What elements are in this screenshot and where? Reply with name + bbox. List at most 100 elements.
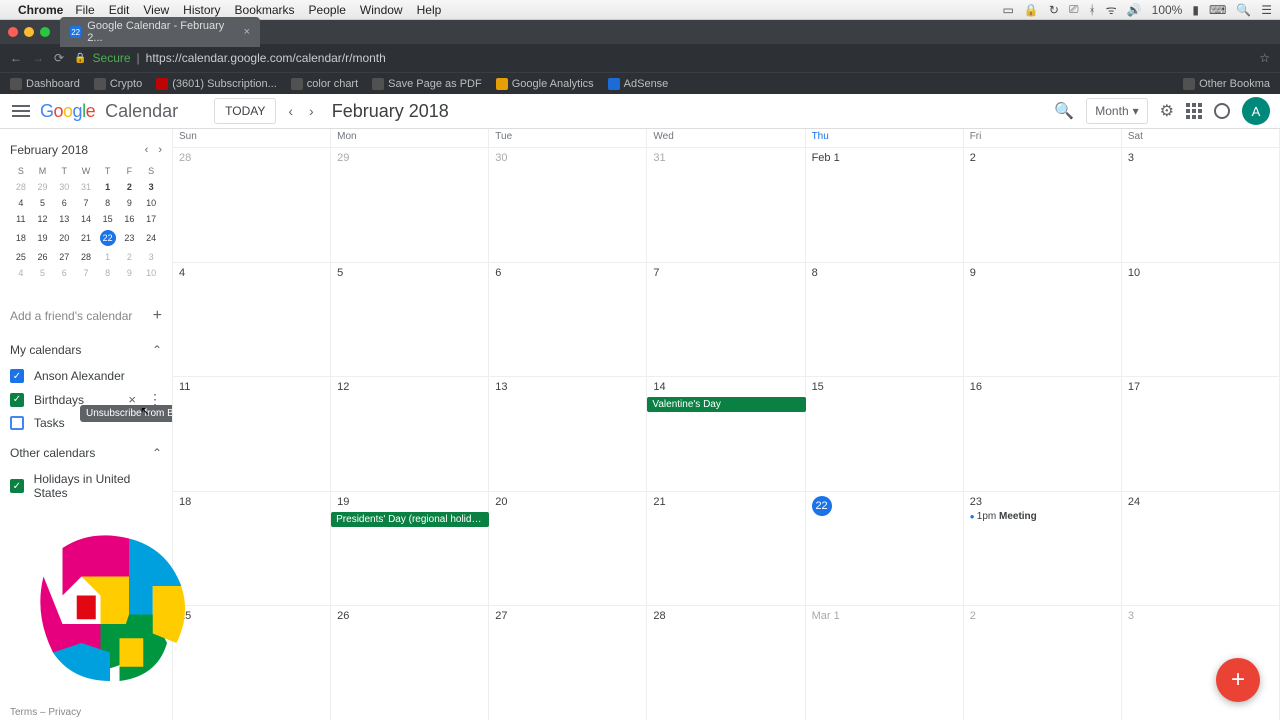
bookmark-adsense[interactable]: AdSense	[608, 78, 669, 90]
day-cell[interactable]: 6	[489, 263, 647, 377]
mini-next-icon[interactable]: ›	[158, 144, 162, 156]
url-field[interactable]: 🔒 Secure | https://calendar.google.com/c…	[74, 51, 1249, 65]
mini-day[interactable]: 11	[10, 211, 32, 227]
mini-day[interactable]: 5	[32, 265, 54, 281]
mini-day[interactable]: 9	[119, 195, 141, 211]
day-cell[interactable]: 26	[331, 606, 489, 720]
mini-day[interactable]: 28	[10, 179, 32, 195]
bookmark-crypto[interactable]: Crypto	[94, 78, 142, 90]
mini-day[interactable]: 1	[97, 179, 119, 195]
mini-day[interactable]: 27	[53, 249, 75, 265]
volume-icon[interactable]: 🔊	[1127, 3, 1142, 17]
day-cell[interactable]: 31	[647, 148, 805, 262]
mini-day[interactable]: 28	[75, 249, 97, 265]
mini-day[interactable]: 23	[119, 227, 141, 249]
create-event-fab[interactable]: +	[1216, 658, 1260, 702]
mini-day[interactable]: 16	[119, 211, 141, 227]
calendar-item[interactable]: Birthdays×⋮Unsubscribe from Birthdays	[10, 387, 162, 412]
day-cell[interactable]: 17	[1122, 377, 1280, 491]
today-button[interactable]: TODAY	[214, 98, 276, 124]
minimize-window-button[interactable]	[24, 27, 34, 37]
day-cell[interactable]: 5	[331, 263, 489, 377]
mini-day[interactable]: 29	[32, 179, 54, 195]
mini-day[interactable]: 22	[97, 227, 119, 249]
mini-day[interactable]: 9	[119, 265, 141, 281]
day-cell[interactable]: 7	[647, 263, 805, 377]
mini-day[interactable]: 18	[10, 227, 32, 249]
event-valentines[interactable]: Valentine's Day	[647, 397, 805, 412]
mini-day[interactable]: 3	[140, 179, 162, 195]
day-cell[interactable]: 2	[964, 148, 1122, 262]
day-cell[interactable]: 3	[1122, 606, 1280, 720]
day-cell[interactable]: 28	[647, 606, 805, 720]
next-month-icon[interactable]: ›	[305, 99, 318, 123]
day-cell[interactable]: 24	[1122, 492, 1280, 606]
menu-icon[interactable]: ☰	[1261, 3, 1272, 17]
mini-prev-icon[interactable]: ‹	[145, 144, 149, 156]
mini-day[interactable]: 8	[97, 195, 119, 211]
mini-day[interactable]: 6	[53, 195, 75, 211]
mini-day[interactable]: 30	[53, 179, 75, 195]
other-bookmarks[interactable]: Other Bookma	[1183, 78, 1270, 90]
browser-tab[interactable]: 22 Google Calendar - February 2... ×	[60, 17, 260, 47]
mini-day[interactable]: 5	[32, 195, 54, 211]
day-cell[interactable]: 12	[331, 377, 489, 491]
day-cell[interactable]: Mar 1	[806, 606, 964, 720]
main-menu-icon[interactable]	[10, 100, 32, 122]
other-calendars-header[interactable]: Other calendars ⌃	[10, 446, 162, 460]
mini-day[interactable]: 17	[140, 211, 162, 227]
mini-day[interactable]: 2	[119, 179, 141, 195]
event-presidents[interactable]: Presidents' Day (regional holiday)	[331, 512, 489, 527]
day-cell[interactable]: 28	[173, 148, 331, 262]
mac-app-name[interactable]: Chrome	[18, 3, 63, 17]
wifi-icon[interactable]: ᯤ	[1106, 1, 1117, 18]
mac-menu-file[interactable]: File	[75, 3, 94, 17]
day-cell[interactable]: 15	[806, 377, 964, 491]
tab-close-icon[interactable]: ×	[244, 26, 250, 38]
mini-day[interactable]: 6	[53, 265, 75, 281]
day-cell[interactable]: 13	[489, 377, 647, 491]
calendar-item[interactable]: Holidays in United States	[10, 468, 162, 504]
day-cell[interactable]: 231pm Meeting	[964, 492, 1122, 606]
bookmark-youtube[interactable]: (3601) Subscription...	[156, 78, 277, 90]
day-cell[interactable]: 22	[806, 492, 964, 606]
help-icon[interactable]	[1214, 103, 1230, 119]
mini-day[interactable]: 25	[10, 249, 32, 265]
reload-icon[interactable]: ⟳	[54, 51, 64, 65]
mac-menu-history[interactable]: History	[183, 3, 220, 17]
day-cell[interactable]: 9	[964, 263, 1122, 377]
footer-links[interactable]: Terms – Privacy	[10, 707, 81, 718]
mac-menu-window[interactable]: Window	[360, 3, 403, 17]
my-calendars-header[interactable]: My calendars ⌃	[10, 343, 162, 357]
day-cell[interactable]: 8	[806, 263, 964, 377]
mac-menu-view[interactable]: View	[143, 3, 169, 17]
day-cell[interactable]: 21	[647, 492, 805, 606]
bluetooth-icon[interactable]: ᚼ	[1089, 3, 1096, 17]
mac-menu-edit[interactable]: Edit	[109, 3, 130, 17]
mini-day[interactable]: 21	[75, 227, 97, 249]
account-avatar[interactable]: A	[1242, 97, 1270, 125]
bookmark-color[interactable]: color chart	[291, 78, 358, 90]
mini-day[interactable]: 1	[97, 249, 119, 265]
battery-icon[interactable]: ▮	[1192, 3, 1199, 17]
apps-grid-icon[interactable]	[1186, 103, 1202, 119]
day-cell[interactable]: 10	[1122, 263, 1280, 377]
day-cell[interactable]: 29	[331, 148, 489, 262]
day-cell[interactable]: 27	[489, 606, 647, 720]
mini-calendar[interactable]: SMTWTFS282930311234567891011121314151617…	[10, 163, 162, 281]
mini-day[interactable]: 8	[97, 265, 119, 281]
day-cell[interactable]: 11	[173, 377, 331, 491]
add-friend-label[interactable]: Add a friend's calendar	[10, 309, 132, 323]
calendar-checkbox[interactable]	[10, 479, 24, 493]
sync-icon[interactable]: ↻	[1049, 3, 1059, 17]
settings-gear-icon[interactable]: ⚙	[1160, 101, 1174, 121]
mini-day[interactable]: 20	[53, 227, 75, 249]
mac-menu-bookmarks[interactable]: Bookmarks	[235, 3, 295, 17]
display-icon[interactable]: ▭	[1003, 3, 1014, 17]
bookmark-analytics[interactable]: Google Analytics	[496, 78, 594, 90]
prev-month-icon[interactable]: ‹	[284, 99, 297, 123]
bookmark-star-icon[interactable]: ☆	[1259, 51, 1270, 65]
day-cell[interactable]: 30	[489, 148, 647, 262]
mini-day[interactable]: 2	[119, 249, 141, 265]
day-cell[interactable]: Feb 1	[806, 148, 964, 262]
